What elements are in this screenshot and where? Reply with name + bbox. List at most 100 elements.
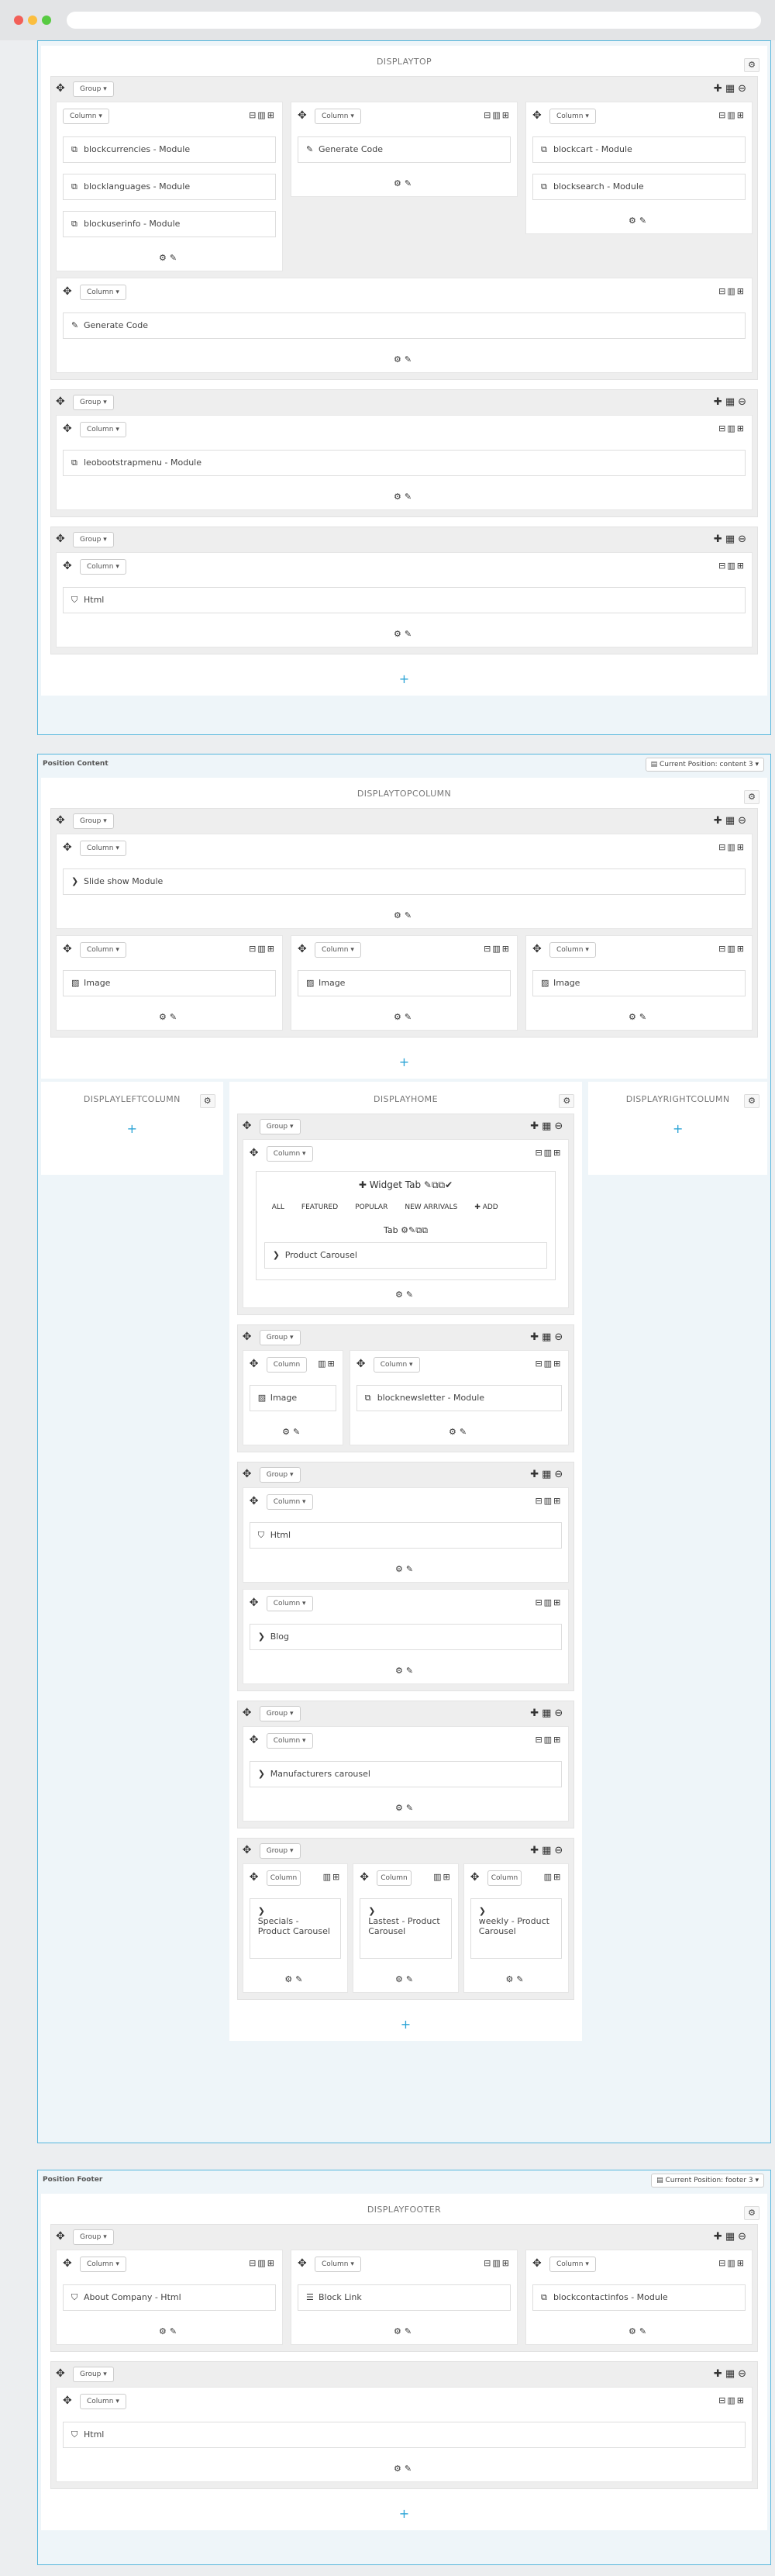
group-dropdown[interactable]: Group ▾ bbox=[259, 1706, 301, 1721]
module-item[interactable]: ⧉ blocksearch - Module bbox=[532, 174, 746, 200]
move-icon[interactable]: ✥ bbox=[56, 395, 68, 409]
module-item[interactable]: ⧉ blocknewsletter - Module bbox=[356, 1385, 563, 1411]
gear-icon[interactable]: ⚙ bbox=[744, 2206, 760, 2220]
move-icon[interactable]: ✥ bbox=[63, 841, 75, 855]
move-icon[interactable]: ✥ bbox=[63, 559, 75, 573]
gear-icon[interactable]: ⚙ bbox=[744, 58, 760, 72]
column-tools[interactable]: ▥⊞ bbox=[323, 1872, 342, 1882]
column-footer-tools[interactable]: ⚙✎ bbox=[250, 1970, 342, 1987]
column-tools[interactable]: ⊟▥⊞ bbox=[718, 944, 746, 954]
column-dropdown[interactable]: Column ▾ bbox=[315, 2257, 361, 2272]
gear-icon[interactable]: ⚙ bbox=[744, 790, 760, 804]
column-dropdown[interactable]: Column ▾ bbox=[80, 422, 126, 437]
position-select[interactable]: ▤ Current Position: content 3 ▾ bbox=[645, 758, 764, 772]
column-footer-tools[interactable]: ⚙✎ bbox=[298, 174, 511, 192]
column-dropdown[interactable]: Column ▾ bbox=[266, 1733, 313, 1749]
column-tools[interactable]: ▥⊞ bbox=[544, 1872, 563, 1882]
move-icon[interactable]: ✥ bbox=[250, 1494, 262, 1508]
column-tools[interactable]: ⊟▥⊞ bbox=[535, 1148, 562, 1158]
column-footer-tools[interactable]: ⚙✎ bbox=[250, 1559, 563, 1577]
group-dropdown[interactable]: Group ▾ bbox=[259, 1467, 301, 1483]
column-footer-tools[interactable]: ⚙✎ bbox=[250, 1422, 336, 1440]
column-tools[interactable]: ⊟▥⊞ bbox=[718, 2395, 746, 2405]
group-tools[interactable]: ✚▦⊖ bbox=[530, 1469, 566, 1480]
group-tools[interactable]: ✚▦⊖ bbox=[530, 1708, 566, 1719]
column-tools[interactable]: ⊟▥⊞ bbox=[535, 1735, 562, 1745]
tab-all[interactable]: ALL bbox=[272, 1203, 284, 1211]
move-icon[interactable]: ✥ bbox=[63, 2394, 75, 2408]
move-icon[interactable]: ✥ bbox=[56, 2229, 68, 2243]
column-tools[interactable]: ▥⊞ bbox=[433, 1872, 452, 1882]
column-dropdown[interactable]: Column ▾ bbox=[80, 2257, 126, 2272]
add-group-button[interactable]: + bbox=[237, 2009, 575, 2033]
minimize-window-button[interactable] bbox=[28, 16, 37, 25]
column-tools[interactable]: ⊟▥⊞ bbox=[718, 842, 746, 852]
column-tools[interactable]: ⊟▥⊞ bbox=[718, 423, 746, 433]
move-icon[interactable]: ✥ bbox=[298, 109, 310, 123]
tab-add[interactable]: ✚ ADD bbox=[474, 1203, 498, 1211]
move-icon[interactable]: ✥ bbox=[243, 1330, 255, 1344]
module-item[interactable]: ✎ Generate Code bbox=[63, 313, 746, 339]
gear-icon[interactable]: ⚙ bbox=[559, 1094, 575, 1108]
group-dropdown[interactable]: Group ▾ bbox=[259, 1119, 301, 1134]
group-tools[interactable]: ✚▦⊖ bbox=[714, 534, 749, 545]
module-item[interactable]: ❯ Manufacturers carousel bbox=[249, 1761, 563, 1787]
column-tools[interactable]: ⊟▥⊞ bbox=[484, 944, 511, 954]
column-tools[interactable]: ⊟▥⊞ bbox=[535, 1496, 562, 1506]
module-item[interactable]: ⛉ Html bbox=[63, 587, 746, 613]
column-tools[interactable]: ⊟▥⊞ bbox=[535, 1359, 562, 1369]
group-dropdown[interactable]: Group ▾ bbox=[259, 1843, 301, 1859]
column-tools[interactable]: ⊟▥⊞ bbox=[718, 286, 746, 296]
column-tools[interactable]: ⊟▥⊞ bbox=[249, 110, 276, 120]
move-icon[interactable]: ✥ bbox=[250, 1357, 262, 1371]
column-tools[interactable]: ▥⊞ bbox=[318, 1359, 336, 1369]
column-footer-tools[interactable]: ⚙✎ bbox=[298, 1007, 511, 1025]
gear-icon[interactable]: ⚙ bbox=[744, 1094, 760, 1108]
group-tools[interactable]: ✚▦⊖ bbox=[714, 83, 749, 95]
column-footer-tools[interactable]: ⚙✎ bbox=[298, 2322, 511, 2339]
move-icon[interactable]: ✥ bbox=[56, 532, 68, 546]
column-dropdown[interactable]: Column ▾ bbox=[315, 109, 361, 124]
add-group-button[interactable]: + bbox=[50, 1047, 758, 1071]
module-item[interactable]: ❯ Lastest - Product Carousel bbox=[360, 1898, 452, 1959]
column-dropdown[interactable]: Column ▾ bbox=[80, 942, 126, 958]
column-footer-tools[interactable]: ⚙✎ bbox=[470, 1970, 563, 1987]
module-item[interactable]: ⛉ Html bbox=[63, 2422, 746, 2448]
add-group-button[interactable]: + bbox=[41, 1114, 223, 1138]
column-dropdown[interactable]: Column bbox=[487, 1870, 522, 1886]
add-group-button[interactable]: + bbox=[50, 2498, 758, 2522]
module-item[interactable]: ⧉ leobootstrapmenu - Module bbox=[63, 450, 746, 476]
move-icon[interactable]: ✥ bbox=[63, 942, 75, 956]
column-tools[interactable]: ⊟▥⊞ bbox=[484, 2258, 511, 2268]
group-dropdown[interactable]: Group ▾ bbox=[73, 81, 114, 97]
column-dropdown[interactable]: Column ▾ bbox=[373, 1357, 420, 1373]
column-tools[interactable]: ⊟▥⊞ bbox=[718, 2258, 746, 2268]
group-tools[interactable]: ✚▦⊖ bbox=[714, 2368, 749, 2380]
column-dropdown[interactable]: Column bbox=[266, 1357, 308, 1373]
move-icon[interactable]: ✥ bbox=[250, 1870, 262, 1884]
column-tools[interactable]: ⊟▥⊞ bbox=[535, 1597, 562, 1607]
move-icon[interactable]: ✥ bbox=[243, 1119, 255, 1133]
module-item[interactable]: ❯ Specials - Product Carousel bbox=[249, 1898, 342, 1959]
module-item[interactable]: ❯ Blog bbox=[249, 1624, 563, 1650]
column-tools[interactable]: ⊟▥⊞ bbox=[249, 2258, 276, 2268]
column-footer-tools[interactable]: ⚙✎ bbox=[63, 906, 746, 924]
position-select[interactable]: ▤ Current Position: footer 3 ▾ bbox=[651, 2174, 764, 2188]
module-item[interactable]: ⛉ Html bbox=[249, 1522, 563, 1549]
module-item[interactable]: ⧉ blockcart - Module bbox=[532, 136, 746, 163]
maximize-window-button[interactable] bbox=[42, 16, 51, 25]
column-dropdown[interactable]: Column ▾ bbox=[80, 841, 126, 856]
column-footer-tools[interactable]: ⚙✎ bbox=[63, 1007, 276, 1025]
move-icon[interactable]: ✥ bbox=[250, 1733, 262, 1747]
column-dropdown[interactable]: Column ▾ bbox=[266, 1596, 313, 1611]
module-item[interactable]: ⧉ blockcurrencies - Module bbox=[63, 136, 276, 163]
column-footer-tools[interactable]: ⚙✎ bbox=[356, 1422, 563, 1440]
group-dropdown[interactable]: Group ▾ bbox=[73, 532, 114, 547]
group-dropdown[interactable]: Group ▾ bbox=[73, 395, 114, 410]
column-dropdown[interactable]: Column ▾ bbox=[80, 559, 126, 575]
column-dropdown[interactable]: Column ▾ bbox=[549, 109, 596, 124]
gear-icon[interactable]: ⚙ bbox=[199, 1094, 215, 1108]
column-footer-tools[interactable]: ⚙✎ bbox=[63, 2459, 746, 2477]
module-item[interactable]: ⧉ blocklanguages - Module bbox=[63, 174, 276, 200]
move-icon[interactable]: ✥ bbox=[243, 1706, 255, 1720]
